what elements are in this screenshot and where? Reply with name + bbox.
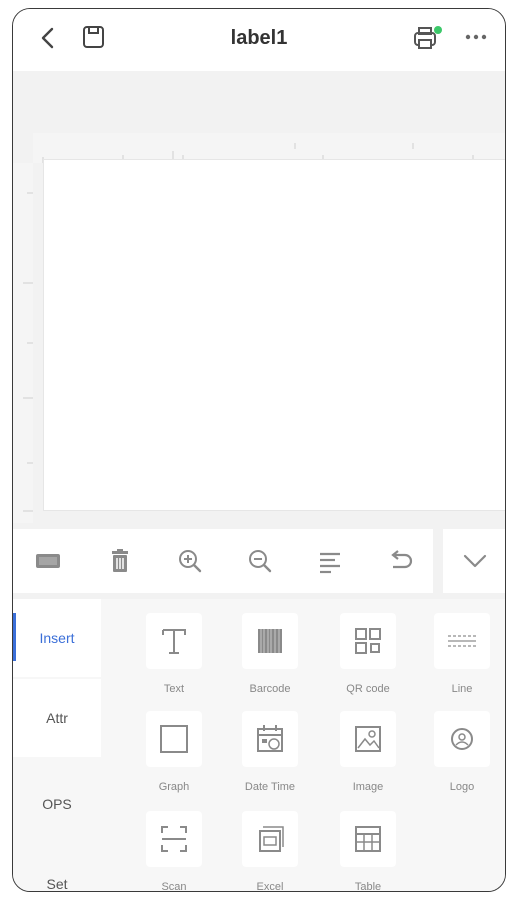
tool-grid: Text Barcode QR code Line Graph Date Tim… [113,599,505,892]
label-canvas[interactable] [43,159,505,511]
table-tool-label: Table [354,881,382,892]
excel-tool[interactable]: Excel [225,803,315,892]
calendar-icon [242,711,298,767]
logo-icon [434,711,490,767]
design-area [13,71,505,529]
zoom-out-icon[interactable] [245,547,275,575]
left-ruler [13,163,33,523]
undo-icon[interactable] [385,547,415,575]
scan-icon [146,811,202,867]
more-icon[interactable] [461,25,491,49]
date-time-tool-label: Date Time [244,781,296,793]
qr-code-tool[interactable]: QR code [323,605,413,701]
image-tool[interactable]: Image [323,703,413,799]
date-time-tool[interactable]: Date Time [225,703,315,799]
table-icon [340,811,396,867]
side-tabs: Insert Attr OPS Set [13,599,101,891]
text-icon [146,613,202,669]
printer-icon[interactable] [411,23,445,53]
graph-tool-label: Graph [158,781,190,793]
tab-ops[interactable]: OPS [13,765,101,843]
scan-tool[interactable]: Scan [129,803,219,892]
line-icon [434,613,490,669]
barcode-tool-label: Barcode [249,683,291,695]
text-tool-label: Text [163,683,185,695]
delete-icon[interactable] [105,547,135,575]
edit-toolbar [13,529,433,593]
excel-tool-label: Excel [256,881,284,892]
image-icon [340,711,396,767]
qr-code-icon [340,613,396,669]
line-tool[interactable]: Line [417,605,505,701]
text-tool[interactable]: Text [129,605,219,701]
tab-attr[interactable]: Attr [13,679,101,757]
app-screen: label1 Insert Attr OPS Set Text Barcode … [12,8,506,892]
barcode-icon [242,613,298,669]
table-tool[interactable]: Table [323,803,413,892]
collapse-panel-button[interactable] [443,529,505,593]
logo-tool[interactable]: Logo [417,703,505,799]
tab-set[interactable]: Set [13,845,101,891]
insert-panel: Insert Attr OPS Set Text Barcode QR code… [13,599,505,892]
image-tool-label: Image [352,781,384,793]
line-tool-label: Line [451,683,473,695]
label-size-icon[interactable] [33,547,63,575]
graph-tool[interactable]: Graph [129,703,219,799]
excel-icon [242,811,298,867]
logo-tool-label: Logo [449,781,475,793]
qr-code-tool-label: QR code [346,683,390,695]
barcode-tool[interactable]: Barcode [225,605,315,701]
top-bar: label1 [13,9,505,71]
scan-tool-label: Scan [161,881,187,892]
chevron-down-icon [463,554,487,568]
graph-icon [146,711,202,767]
tab-insert[interactable]: Insert [13,599,101,677]
zoom-in-icon[interactable] [175,547,205,575]
align-icon[interactable] [315,547,345,575]
